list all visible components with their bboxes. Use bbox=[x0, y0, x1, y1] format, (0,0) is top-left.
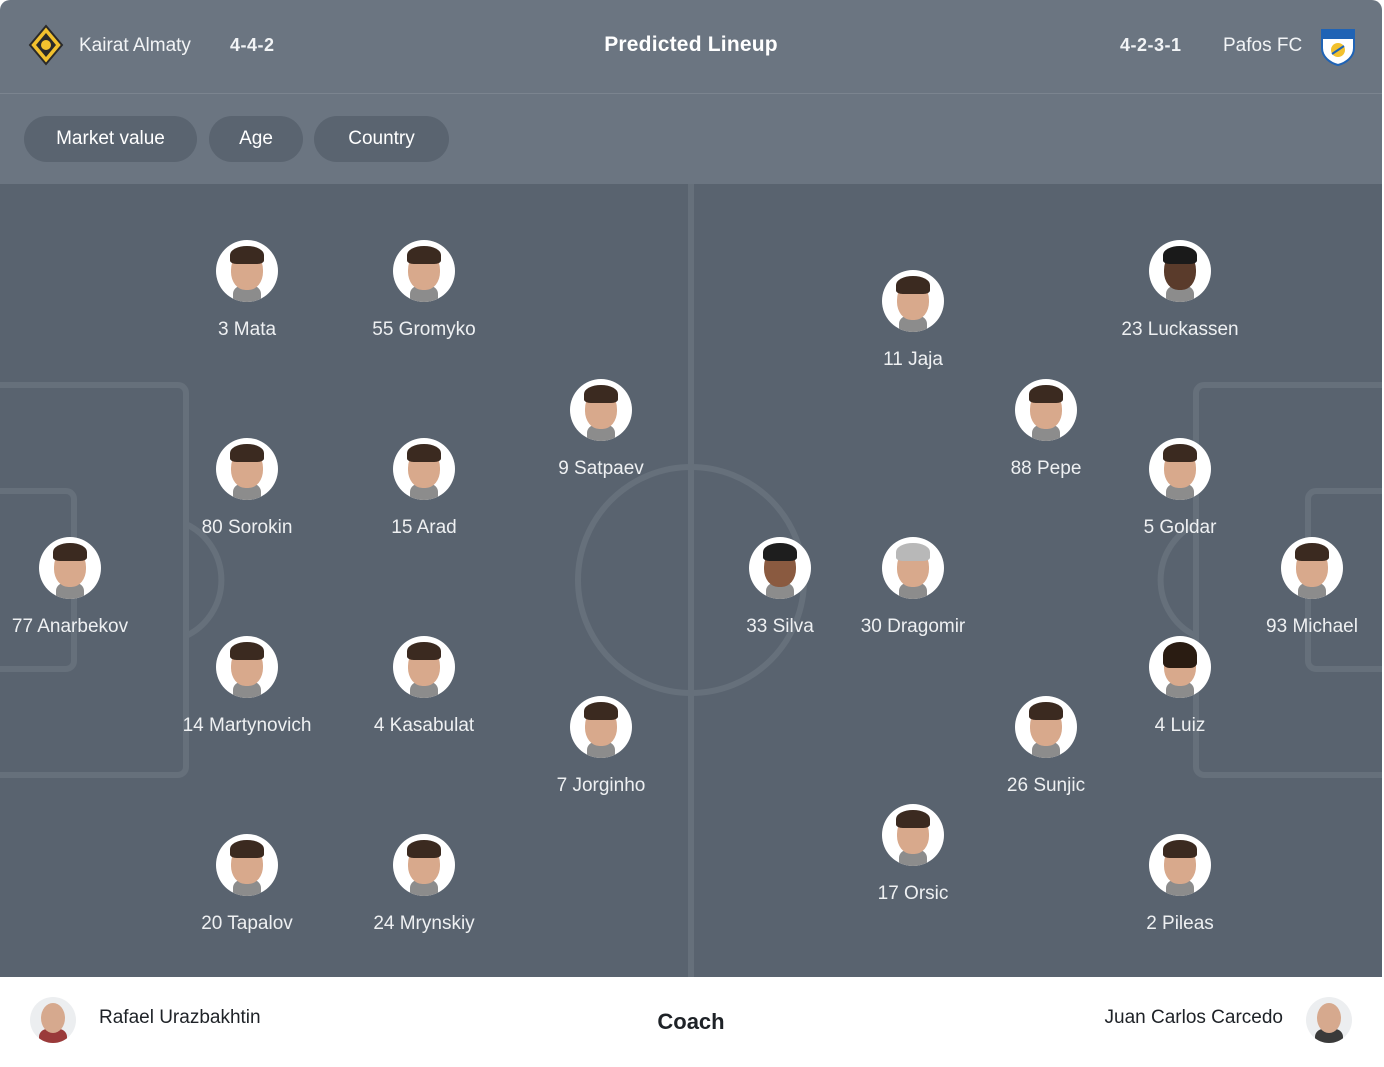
lineup-header: Kairat Almaty 4-4-2 Predicted Lineup 4-2… bbox=[0, 0, 1382, 94]
pafos-crest-icon[interactable] bbox=[1318, 24, 1358, 66]
player-avatar bbox=[570, 379, 632, 441]
player-avatar bbox=[882, 804, 944, 866]
player-23-luckassen[interactable]: 23 Luckassen bbox=[1090, 240, 1270, 341]
player-name: 55 Gromyko bbox=[372, 319, 476, 340]
player-name: 77 Anarbekov bbox=[11, 616, 129, 637]
player-80-sorokin[interactable]: 80 Sorokin bbox=[157, 438, 337, 539]
player-avatar bbox=[393, 240, 455, 302]
player-30-dragomir[interactable]: 30 Dragomir bbox=[823, 537, 1003, 638]
player-name: 80 Sorokin bbox=[201, 517, 293, 538]
player-avatar bbox=[216, 636, 278, 698]
player-avatar bbox=[1281, 537, 1343, 599]
player-3-mata[interactable]: 3 Mata bbox=[157, 240, 337, 341]
player-20-tapalov[interactable]: 20 Tapalov bbox=[157, 834, 337, 935]
market-value-filter[interactable]: Market value bbox=[24, 116, 197, 162]
player-avatar bbox=[1015, 696, 1077, 758]
player-26-sunjic[interactable]: 26 Sunjic bbox=[956, 696, 1136, 797]
player-4-kasabulat[interactable]: 4 Kasabulat bbox=[334, 636, 514, 737]
player-avatar bbox=[216, 438, 278, 500]
coach-footer: Rafael Urazbakhtin Coach Juan Carlos Car… bbox=[0, 977, 1382, 1067]
age-filter[interactable]: Age bbox=[209, 116, 303, 162]
player-9-satpaev[interactable]: 9 Satpaev bbox=[511, 379, 691, 480]
player-avatar bbox=[882, 270, 944, 332]
player-name: 15 Arad bbox=[391, 517, 457, 538]
player-avatar bbox=[393, 438, 455, 500]
player-14-martynovich[interactable]: 14 Martynovich bbox=[157, 636, 337, 737]
player-name: 20 Tapalov bbox=[201, 913, 293, 934]
player-93-michael[interactable]: 93 Michael bbox=[1222, 537, 1382, 638]
player-55-gromyko[interactable]: 55 Gromyko bbox=[334, 240, 514, 341]
player-avatar bbox=[39, 537, 101, 599]
player-17-orsic[interactable]: 17 Orsic bbox=[823, 804, 1003, 905]
away-coach-avatar[interactable] bbox=[1306, 997, 1352, 1043]
player-name: 26 Sunjic bbox=[1006, 775, 1086, 796]
player-name: 7 Jorginho bbox=[556, 775, 646, 796]
player-avatar bbox=[882, 537, 944, 599]
player-name: 30 Dragomir bbox=[860, 616, 966, 637]
filter-bar: Market value Age Country bbox=[0, 94, 1382, 184]
player-2-pileas[interactable]: 2 Pileas bbox=[1090, 834, 1270, 935]
player-name: 4 Kasabulat bbox=[373, 715, 475, 736]
pitch: 3 Mata 55 Gromyko 9 Satpaev 80 Sorokin 1… bbox=[0, 184, 1382, 977]
player-avatar bbox=[570, 696, 632, 758]
away-coach-name[interactable]: Juan Carlos Carcedo bbox=[1105, 1007, 1283, 1029]
player-name: 9 Satpaev bbox=[558, 458, 644, 479]
player-name: 24 Mrynskiy bbox=[373, 913, 475, 934]
player-avatar bbox=[1149, 240, 1211, 302]
player-avatar bbox=[1149, 636, 1211, 698]
player-7-jorginho[interactable]: 7 Jorginho bbox=[511, 696, 691, 797]
player-avatar bbox=[1015, 379, 1077, 441]
player-77-anarbekov[interactable]: 77 Anarbekov bbox=[0, 537, 160, 638]
player-avatar bbox=[393, 636, 455, 698]
player-24-mrynskiy[interactable]: 24 Mrynskiy bbox=[334, 834, 514, 935]
away-team-name[interactable]: Pafos FC bbox=[1223, 35, 1302, 57]
player-name: 11 Jaja bbox=[883, 349, 943, 370]
player-avatar bbox=[749, 537, 811, 599]
player-avatar bbox=[216, 240, 278, 302]
away-formation: 4-2-3-1 bbox=[1120, 35, 1182, 55]
player-11-jaja[interactable]: 11 Jaja bbox=[823, 270, 1003, 371]
player-avatar bbox=[216, 834, 278, 896]
player-name: 2 Pileas bbox=[1146, 913, 1214, 934]
player-name: 93 Michael bbox=[1266, 616, 1358, 637]
player-name: 23 Luckassen bbox=[1121, 319, 1239, 340]
player-name: 3 Mata bbox=[217, 319, 277, 340]
lineup-card: Kairat Almaty 4-4-2 Predicted Lineup 4-2… bbox=[0, 0, 1382, 1067]
player-avatar bbox=[393, 834, 455, 896]
player-avatar bbox=[1149, 438, 1211, 500]
player-5-goldar[interactable]: 5 Goldar bbox=[1090, 438, 1270, 539]
player-15-arad[interactable]: 15 Arad bbox=[334, 438, 514, 539]
player-name: 17 Orsic bbox=[877, 883, 949, 904]
player-avatar bbox=[1149, 834, 1211, 896]
player-name: 5 Goldar bbox=[1143, 517, 1217, 538]
player-name: 14 Martynovich bbox=[182, 715, 312, 736]
country-filter[interactable]: Country bbox=[314, 116, 449, 162]
